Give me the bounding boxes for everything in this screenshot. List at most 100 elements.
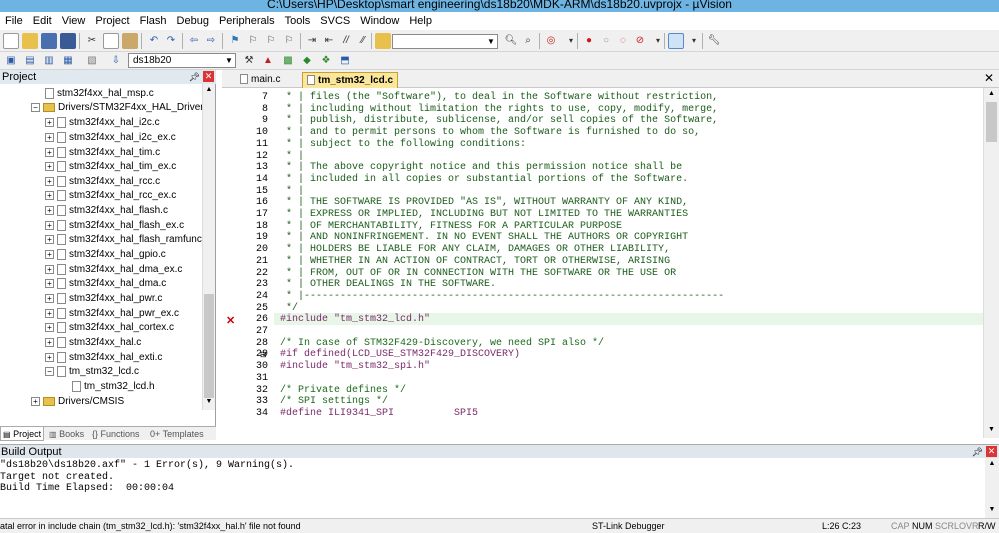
tab-project[interactable]: ▤ Project: [0, 427, 45, 441]
indent-icon[interactable]: ⇥: [304, 33, 320, 49]
find-in-files-icon[interactable]: [375, 33, 391, 49]
disable-breakpoint-icon[interactable]: ○: [598, 33, 614, 49]
tree-item[interactable]: stm32f4xx_hal_msp.c: [45, 87, 154, 101]
breakpoint-icon[interactable]: ●: [581, 33, 597, 49]
tree-item[interactable]: + stm32f4xx_hal_dma_ex.c: [45, 263, 182, 277]
save-all-icon[interactable]: [60, 33, 76, 49]
expand-icon[interactable]: +: [45, 264, 54, 274]
nav-back-icon[interactable]: ⇦: [186, 33, 202, 49]
tab-tm-stm32-lcd-c[interactable]: tm_stm32_lcd.c: [302, 72, 399, 88]
expand-icon[interactable]: +: [45, 205, 54, 215]
tree-item[interactable]: tm_stm32_lcd.h: [72, 380, 155, 394]
bookmark-prev-icon[interactable]: ⚐: [245, 33, 261, 49]
debug-session-icon[interactable]: ◎: [543, 33, 559, 49]
cut-icon[interactable]: ✂: [84, 33, 100, 49]
menu-flash[interactable]: Flash: [135, 12, 172, 30]
unindent-icon[interactable]: ⇤: [321, 33, 337, 49]
find-icon[interactable]: 🔍︎: [503, 33, 519, 49]
menu-file[interactable]: File: [0, 12, 28, 30]
expand-icon[interactable]: +: [45, 308, 54, 318]
expand-icon[interactable]: +: [45, 147, 54, 157]
tree-item[interactable]: + stm32f4xx_hal_tim.c: [45, 146, 160, 160]
tree-item[interactable]: + stm32f4xx_hal_flash_ramfunc.c: [45, 233, 202, 247]
menu-tools[interactable]: Tools: [280, 12, 316, 30]
open-folder-icon[interactable]: [22, 33, 38, 49]
tree-folder[interactable]: + Drivers/CMSIS: [31, 395, 124, 409]
build-output-scrollbar[interactable]: ▲ ▼: [985, 458, 999, 518]
close-icon[interactable]: ✕: [986, 446, 997, 457]
redo-icon[interactable]: ↷: [163, 33, 179, 49]
collapse-icon[interactable]: −: [31, 102, 40, 112]
tab-main-c[interactable]: main.c: [236, 72, 284, 88]
comment-icon[interactable]: //: [338, 33, 354, 49]
tree-item[interactable]: + stm32f4xx_hal_rcc_ex.c: [45, 189, 176, 203]
expand-icon[interactable]: +: [45, 337, 54, 347]
menu-svcs[interactable]: SVCS: [315, 12, 355, 30]
pin-icon[interactable]: 📌︎: [972, 445, 983, 459]
scroll-down-icon[interactable]: ▼: [986, 426, 997, 436]
paste-icon[interactable]: [122, 33, 138, 49]
menu-peripherals[interactable]: Peripherals: [214, 12, 280, 30]
tree-item[interactable]: + stm32f4xx_hal_exti.c: [45, 351, 162, 365]
project-tree-scrollbar[interactable]: ▲ ▼: [202, 84, 215, 410]
expand-icon[interactable]: +: [45, 322, 54, 332]
build-icon[interactable]: ▤: [22, 53, 38, 69]
tree-item[interactable]: + stm32f4xx_hal_flash.c: [45, 204, 168, 218]
scroll-up-icon[interactable]: ▲: [987, 460, 997, 470]
manage-rte-icon[interactable]: ❖: [318, 53, 334, 69]
bookmark-next-icon[interactable]: ⚐: [263, 33, 279, 49]
menu-window[interactable]: Window: [355, 12, 404, 30]
file-extensions-icon[interactable]: ▩: [280, 53, 296, 69]
tree-item[interactable]: + stm32f4xx_hal_gpio.c: [45, 248, 166, 262]
close-icon[interactable]: ✕: [984, 71, 994, 85]
menu-project[interactable]: Project: [90, 12, 134, 30]
editor-scrollbar[interactable]: ▲ ▼: [983, 88, 999, 438]
tree-folder[interactable]: − Drivers/STM32F4xx_HAL_Driver: [31, 101, 202, 115]
disable-all-breakpoints-icon[interactable]: ◌: [615, 33, 631, 49]
tree-item[interactable]: + stm32f4xx_hal_flash_ex.c: [45, 219, 184, 233]
tree-item[interactable]: + stm32f4xx_hal_i2c_ex.c: [45, 131, 176, 145]
tab-functions[interactable]: {} Functions: [90, 427, 142, 441]
expand-icon[interactable]: +: [45, 117, 54, 127]
chevron-down-icon[interactable]: ▾: [686, 33, 702, 49]
collapse-icon[interactable]: −: [45, 366, 54, 376]
chevron-down-icon[interactable]: ▼: [485, 35, 497, 48]
stop-build-icon[interactable]: ▧: [84, 53, 100, 69]
expand-icon[interactable]: +: [45, 132, 54, 142]
nav-forward-icon[interactable]: ⇨: [203, 33, 219, 49]
translate-icon[interactable]: ▣: [3, 53, 19, 69]
tab-templates[interactable]: 0+ Templates: [148, 427, 206, 441]
scroll-down-icon[interactable]: ▼: [987, 506, 997, 516]
save-icon[interactable]: [41, 33, 57, 49]
pack-installer-icon[interactable]: ⬒: [337, 53, 353, 69]
target-options-icon[interactable]: ⚒: [241, 53, 257, 69]
menu-view[interactable]: View: [57, 12, 91, 30]
expand-icon[interactable]: +: [45, 352, 54, 362]
batch-build-icon[interactable]: ▦: [60, 53, 76, 69]
find-combobox[interactable]: ▼: [392, 34, 498, 49]
expand-icon[interactable]: +: [45, 249, 54, 259]
chevron-down-icon[interactable]: ▼: [223, 54, 235, 67]
tree-item[interactable]: − tm_stm32_lcd.c: [45, 365, 139, 379]
bookmark-clear-icon[interactable]: ⚐: [281, 33, 297, 49]
build-output-text[interactable]: "ds18b20\ds18b20.axf" - 1 Error(s), 9 Wa…: [0, 458, 985, 518]
new-file-icon[interactable]: [3, 33, 19, 49]
tab-books[interactable]: ▥ Books: [47, 427, 86, 441]
menu-help[interactable]: Help: [404, 12, 437, 30]
tree-item[interactable]: + stm32f4xx_hal.c: [45, 336, 141, 350]
scroll-up-icon[interactable]: ▲: [204, 86, 214, 96]
configure-icon[interactable]: 🔧︎: [706, 33, 722, 49]
select-packs-icon[interactable]: ◆: [299, 53, 315, 69]
download-icon[interactable]: ⇩: [108, 53, 124, 69]
expand-icon[interactable]: +: [31, 396, 40, 406]
tree-item[interactable]: + stm32f4xx_hal_rcc.c: [45, 175, 160, 189]
pin-icon[interactable]: 📌︎: [189, 70, 200, 84]
uncomment-icon[interactable]: ⁄⁄: [355, 33, 371, 49]
bookmark-icon[interactable]: ⚑: [227, 33, 243, 49]
copy-icon[interactable]: [103, 33, 119, 49]
menu-debug[interactable]: Debug: [172, 12, 214, 30]
tree-item[interactable]: + stm32f4xx_hal_tim_ex.c: [45, 160, 176, 174]
tree-item[interactable]: + stm32f4xx_hal_cortex.c: [45, 321, 174, 335]
expand-icon[interactable]: +: [45, 234, 54, 244]
manage-project-icon[interactable]: ▲: [260, 53, 276, 69]
